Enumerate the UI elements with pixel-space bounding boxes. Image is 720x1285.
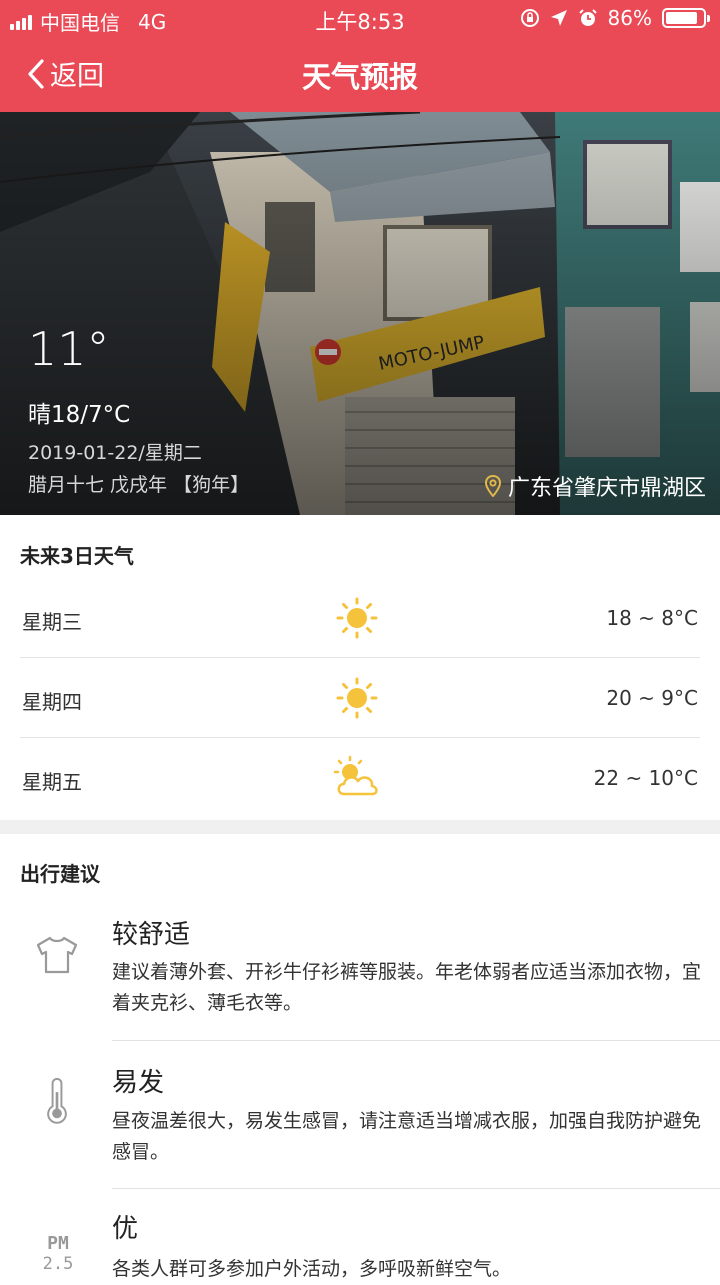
page-title: 天气预报 bbox=[301, 60, 418, 94]
forecast-row: 星期五 22 ~ 10°C bbox=[20, 738, 700, 818]
tshirt-icon bbox=[36, 936, 78, 974]
advice-divider bbox=[112, 1040, 720, 1041]
current-temperature: 11° bbox=[28, 322, 110, 376]
thermometer-icon bbox=[47, 1078, 67, 1124]
forecast-range: 22 ~ 10°C bbox=[593, 766, 698, 790]
advice-text: 昼夜温差很大，易发生感冒，请注意适当增减衣服，加强自我防护避免感冒。 bbox=[112, 1110, 702, 1163]
pm25-icon: PM 2.5 bbox=[36, 1233, 80, 1275]
advice-text: 各类人群可多参加户外活动，多呼吸新鲜空气。 bbox=[112, 1258, 512, 1280]
weather-hero: MOTO-JUMP 11° 晴18/7°C 2019-01-22/星期二 腊月十… bbox=[0, 112, 720, 515]
advice-level: 易发 bbox=[112, 1068, 165, 1098]
advice-level: 优 bbox=[112, 1214, 139, 1244]
status-bar: 中国电信 4G 上午8:53 86% bbox=[0, 0, 720, 38]
battery-icon bbox=[662, 8, 710, 28]
forecast-day: 星期五 bbox=[22, 770, 82, 794]
pm25-icon-top: PM bbox=[47, 1233, 69, 1254]
lunar-date: 腊月十七 戊戌年 【狗年】 bbox=[28, 474, 250, 496]
map-pin-icon bbox=[484, 475, 501, 497]
forecast-day: 星期三 bbox=[22, 610, 82, 634]
forecast-row: 星期三 18 ~ 8°C bbox=[20, 578, 700, 658]
advice-text: 建议着薄外套、开衫牛仔衫裤等服装。年老体弱者应适当添加衣物，宜着夹克衫、薄毛衣等… bbox=[112, 961, 702, 1014]
sun-icon bbox=[336, 597, 378, 639]
section-divider bbox=[0, 820, 720, 834]
current-condition: 晴18/7°C bbox=[28, 402, 131, 428]
forecast-row: 星期四 20 ~ 9°C bbox=[20, 658, 700, 738]
advice-title: 出行建议 bbox=[20, 862, 100, 886]
advice-divider bbox=[112, 1188, 720, 1189]
current-date: 2019-01-22/星期二 bbox=[28, 442, 202, 464]
battery-percent: 86% bbox=[607, 6, 652, 30]
partly-cloudy-icon bbox=[333, 755, 378, 796]
forecast-range: 20 ~ 9°C bbox=[606, 686, 698, 710]
orientation-lock-icon bbox=[520, 9, 539, 27]
top-bar: 中国电信 4G 上午8:53 86% 返回 天气预报 bbox=[0, 0, 720, 112]
location-label: 广东省肇庆市鼎湖区 bbox=[507, 476, 706, 501]
forecast-title: 未来3日天气 bbox=[20, 544, 134, 568]
forecast-range: 18 ~ 8°C bbox=[606, 606, 698, 630]
location: 广东省肇庆市鼎湖区 bbox=[484, 470, 706, 502]
alarm-icon bbox=[578, 9, 597, 26]
nav-bar: 返回 天气预报 bbox=[0, 40, 720, 110]
pm25-icon-bottom: 2.5 bbox=[42, 1254, 74, 1274]
location-arrow-icon bbox=[550, 10, 567, 26]
advice-level: 较舒适 bbox=[112, 920, 191, 950]
forecast-day: 星期四 bbox=[22, 690, 82, 714]
sun-icon bbox=[336, 677, 378, 719]
